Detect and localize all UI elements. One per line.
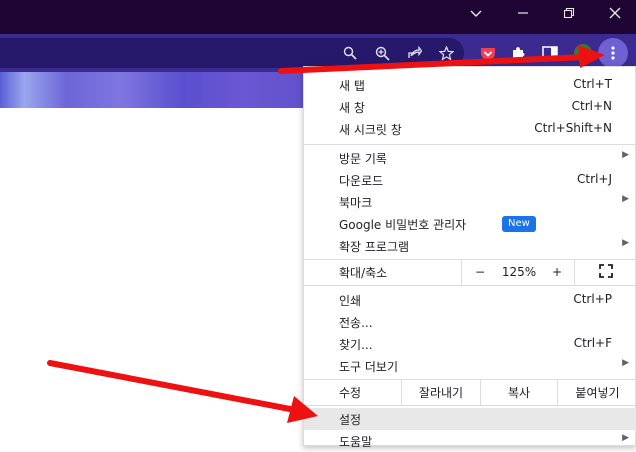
zoom-icon[interactable] — [368, 38, 396, 68]
fullscreen-button[interactable] — [575, 259, 636, 285]
side-panel-icon[interactable] — [535, 38, 565, 68]
menu-item-bookmarks[interactable]: 북마크 ▶ — [304, 191, 636, 213]
menu-item-shortcut: Ctrl+J — [577, 172, 612, 186]
menu-item-shortcut: Ctrl+F — [573, 336, 612, 350]
new-badge: New — [502, 216, 536, 232]
zoom-label: 확대/축소 — [339, 266, 388, 280]
menu-item-find[interactable]: 찾기... Ctrl+F — [304, 333, 636, 355]
chrome-main-menu: 새 탭 Ctrl+T 새 창 Ctrl+N 새 시크릿 창 Ctrl+Shift… — [303, 66, 636, 449]
fullscreen-icon — [599, 263, 613, 281]
zoom-value: 125% — [501, 265, 537, 279]
copy-label: 복사 — [507, 385, 531, 400]
menu-item-shortcut: Ctrl+T — [573, 77, 612, 91]
menu-item-history[interactable]: 방문 기록 ▶ — [304, 147, 636, 169]
submenu-arrow-icon: ▶ — [622, 194, 629, 204]
copy-button[interactable]: 복사 — [481, 379, 557, 405]
paste-label: 붙여넣기 — [575, 385, 620, 400]
menu-item-label: 다운로드 — [339, 174, 384, 188]
menu-item-cast[interactable]: 전송... — [304, 311, 636, 333]
edit-row: 수정 잘라내기 복사 붙여넣기 — [304, 379, 636, 405]
menu-item-new-incognito-window[interactable]: 새 시크릿 창 Ctrl+Shift+N — [304, 118, 636, 140]
menu-item-help[interactable]: 도움말 ▶ — [304, 430, 636, 452]
share-icon[interactable] — [400, 38, 428, 68]
plus-icon: + — [551, 265, 563, 279]
menu-item-shortcut: Ctrl+Shift+N — [534, 121, 612, 135]
menu-item-label: 북마크 — [339, 196, 373, 210]
edit-label: 수정 — [339, 386, 362, 400]
menu-item-label: 확장 프로그램 — [339, 240, 410, 254]
address-bar[interactable] — [0, 38, 464, 68]
menu-item-label: 전송... — [339, 316, 373, 330]
menu-divider — [304, 285, 636, 286]
red-arrow-to-settings — [47, 360, 318, 423]
cut-button[interactable]: 잘라내기 — [402, 379, 480, 405]
menu-item-new-tab[interactable]: 새 탭 Ctrl+T — [304, 74, 636, 96]
minus-icon: − — [474, 265, 486, 279]
submenu-arrow-icon: ▶ — [622, 433, 629, 443]
minimize-icon — [517, 7, 529, 23]
menu-item-label: 새 창 — [339, 101, 365, 115]
menu-item-label: 인쇄 — [339, 294, 362, 308]
submenu-arrow-icon: ▶ — [622, 238, 629, 248]
more-vert-icon — [611, 46, 615, 60]
menu-item-new-window[interactable]: 새 창 Ctrl+N — [304, 96, 636, 118]
bookmarks-bar — [0, 72, 304, 108]
menu-item-print[interactable]: 인쇄 Ctrl+P — [304, 289, 636, 311]
menu-item-label: 도구 더보기 — [339, 360, 399, 374]
menu-item-label: Google 비밀번호 관리자 — [339, 218, 467, 232]
close-button[interactable] — [592, 0, 636, 30]
paste-button[interactable]: 붙여넣기 — [558, 379, 636, 405]
profile-avatar-icon[interactable] — [568, 38, 598, 68]
cut-label: 잘라내기 — [418, 385, 464, 400]
menu-item-label: 도움말 — [339, 435, 373, 449]
menu-item-label: 새 시크릿 창 — [339, 123, 402, 137]
menu-item-label: 설정 — [339, 413, 362, 427]
menu-item-label: 찾기... — [339, 338, 373, 352]
menu-item-more-tools[interactable]: 도구 더보기 ▶ — [304, 355, 636, 377]
close-icon — [609, 7, 621, 23]
menu-item-label: 새 탭 — [339, 79, 365, 93]
tab-search-button[interactable] — [453, 0, 499, 30]
zoom-out-button[interactable]: − — [462, 259, 498, 285]
menu-item-password-manager[interactable]: Google 비밀번호 관리자 New — [304, 213, 636, 235]
zoom-row: 확대/축소 − 125% + — [304, 259, 636, 285]
restore-icon — [563, 7, 575, 23]
submenu-arrow-icon: ▶ — [622, 150, 629, 160]
more-menu-button[interactable] — [598, 38, 628, 68]
menu-item-extensions[interactable]: 확장 프로그램 ▶ — [304, 235, 636, 257]
restore-button[interactable] — [546, 0, 592, 30]
minimize-button[interactable] — [500, 0, 546, 30]
menu-item-shortcut: Ctrl+P — [573, 292, 612, 306]
star-icon[interactable] — [432, 38, 460, 68]
submenu-arrow-icon: ▶ — [622, 358, 629, 368]
zoom-level: 125% — [498, 259, 540, 285]
menu-divider — [304, 144, 636, 145]
extensions-puzzle-icon[interactable] — [503, 38, 533, 68]
menu-divider — [304, 405, 636, 406]
menu-item-shortcut: Ctrl+N — [571, 99, 612, 113]
pocket-extension-icon[interactable] — [473, 38, 503, 68]
menu-item-settings[interactable]: 설정 — [304, 408, 636, 430]
menu-item-downloads[interactable]: 다운로드 Ctrl+J — [304, 169, 636, 191]
search-icon[interactable] — [336, 38, 364, 68]
chevron-down-icon — [469, 7, 483, 23]
title-bar — [0, 0, 636, 34]
menu-item-label: 방문 기록 — [339, 152, 387, 166]
zoom-in-button[interactable]: + — [540, 259, 574, 285]
